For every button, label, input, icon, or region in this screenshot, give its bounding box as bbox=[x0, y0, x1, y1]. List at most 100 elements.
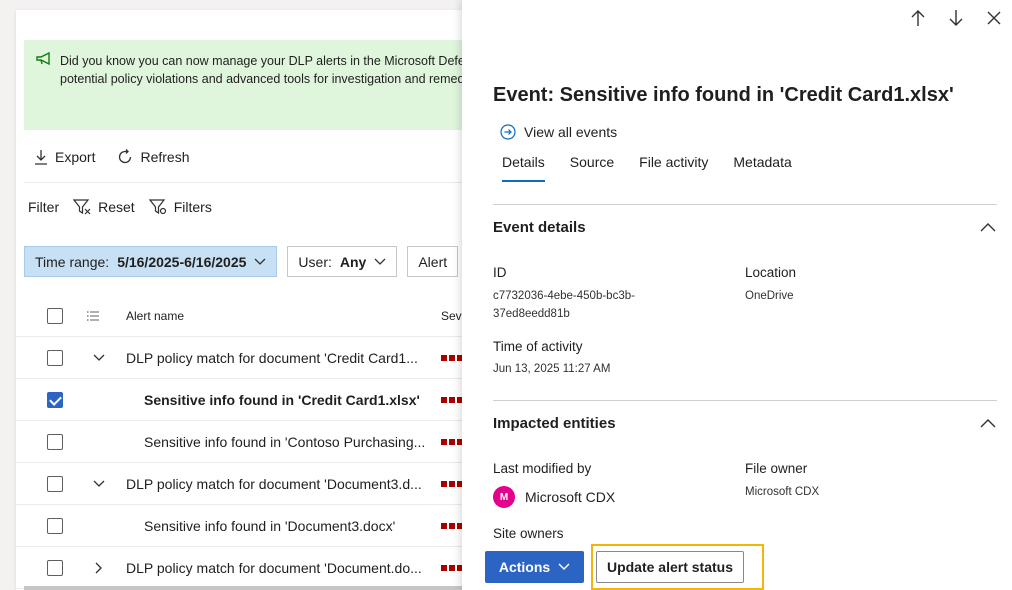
impacted-entities-heading[interactable]: Impacted entities bbox=[493, 415, 616, 432]
filter-label: Filter bbox=[28, 199, 60, 215]
arrow-up-icon bbox=[911, 10, 925, 26]
table-row[interactable]: DLP policy match for document 'Credit Ca… bbox=[16, 337, 486, 379]
flyout-footer: Actions Update alert status bbox=[462, 540, 1012, 590]
select-all-checkbox[interactable] bbox=[47, 307, 63, 324]
site-owners-label: Site owners bbox=[493, 526, 564, 540]
table-row[interactable]: Sensitive info found in 'Document3.docx' bbox=[16, 505, 486, 547]
tab-metadata[interactable]: Metadata bbox=[733, 154, 791, 182]
alert-chip-label: Alert bbox=[418, 253, 448, 270]
last-modified-persona[interactable]: M Microsoft CDX bbox=[493, 486, 615, 508]
list-toolbar: Export Refresh bbox=[34, 146, 190, 168]
severity-bar bbox=[449, 522, 455, 529]
severity-bar bbox=[441, 438, 447, 445]
alert-chip[interactable]: Alert bbox=[407, 246, 459, 277]
severity-bar bbox=[449, 480, 455, 487]
filter-settings-icon bbox=[148, 199, 166, 215]
update-alert-status-button[interactable]: Update alert status bbox=[596, 551, 744, 583]
alert-name-cell[interactable]: DLP policy match for document 'Credit Ca… bbox=[126, 350, 426, 366]
file-owner-label: File owner bbox=[745, 461, 808, 476]
tab-file-activity[interactable]: File activity bbox=[639, 154, 708, 182]
severity-indicator bbox=[441, 438, 463, 445]
table-row[interactable]: Sensitive info found in 'Contoso Purchas… bbox=[16, 421, 486, 463]
row-checkbox[interactable] bbox=[47, 475, 63, 492]
table-row[interactable]: DLP policy match for document 'Document3… bbox=[16, 463, 486, 505]
time-of-activity-label: Time of activity bbox=[493, 339, 583, 354]
chevron-up-icon[interactable] bbox=[980, 418, 996, 428]
alerts-list-panel: Did you know you can now manage your DLP… bbox=[16, 10, 486, 590]
filters-button[interactable]: Filters bbox=[148, 199, 212, 215]
row-checkbox[interactable] bbox=[47, 517, 63, 534]
filter-bar: Filter Reset Filters bbox=[28, 196, 212, 218]
user-chip[interactable]: User: Any bbox=[287, 246, 398, 277]
severity-bar bbox=[441, 396, 447, 403]
location-label: Location bbox=[745, 265, 797, 280]
horizontal-scrollbar[interactable] bbox=[24, 586, 484, 590]
alerts-table: Alert name Seve DLP policy match for doc… bbox=[16, 295, 486, 589]
last-modified-label: Last modified by bbox=[493, 461, 592, 476]
export-button[interactable]: Export bbox=[34, 149, 95, 165]
section-separator bbox=[493, 204, 997, 205]
filter-reset-icon bbox=[73, 199, 91, 215]
tab-source[interactable]: Source bbox=[570, 154, 614, 182]
next-button[interactable] bbox=[946, 8, 966, 28]
event-details-heading[interactable]: Event details bbox=[493, 219, 586, 236]
flyout-nav bbox=[908, 8, 1004, 28]
tab-details[interactable]: Details bbox=[502, 154, 545, 182]
id-value-line2: 37ed8eedd81b bbox=[493, 308, 570, 320]
view-all-events-link[interactable]: View all events bbox=[500, 124, 617, 140]
severity-bar bbox=[449, 396, 455, 403]
arrow-down-icon bbox=[949, 10, 963, 26]
chevron-down-icon[interactable] bbox=[92, 477, 106, 491]
severity-bar bbox=[441, 522, 447, 529]
table-row[interactable]: DLP policy match for document 'Document.… bbox=[16, 547, 486, 589]
close-button[interactable] bbox=[984, 8, 1004, 28]
detail-tabs: Details Source File activity Metadata bbox=[502, 154, 792, 182]
chevron-right-icon[interactable] bbox=[92, 561, 106, 575]
alert-name-cell[interactable]: Sensitive info found in 'Contoso Purchas… bbox=[144, 434, 429, 450]
filter-chips: Time range: 5/16/2025-6/16/2025 User: An… bbox=[24, 246, 459, 278]
chevron-down-icon[interactable] bbox=[92, 351, 106, 365]
alert-name-cell[interactable]: Sensitive info found in 'Credit Card1.xl… bbox=[144, 392, 429, 408]
event-title: Event: Sensitive info found in 'Credit C… bbox=[493, 84, 954, 106]
export-label: Export bbox=[55, 149, 96, 165]
chevron-down-icon bbox=[558, 563, 570, 570]
severity-bar bbox=[449, 564, 455, 571]
time-range-label: Time range: bbox=[35, 253, 110, 270]
time-of-activity-value: Jun 13, 2025 11:27 AM bbox=[493, 363, 611, 375]
alert-name-cell[interactable]: DLP policy match for document 'Document.… bbox=[126, 560, 426, 576]
reset-filters-button[interactable]: Reset bbox=[73, 199, 135, 215]
alert-name-cell[interactable]: Sensitive info found in 'Document3.docx' bbox=[144, 518, 429, 534]
download-icon bbox=[35, 150, 47, 165]
actions-button[interactable]: Actions bbox=[485, 551, 584, 583]
severity-bar bbox=[449, 354, 455, 361]
refresh-button[interactable]: Refresh bbox=[117, 149, 190, 165]
time-range-value: 5/16/2025-6/16/2025 bbox=[117, 253, 247, 270]
alert-name-cell[interactable]: DLP policy match for document 'Document3… bbox=[126, 476, 426, 492]
location-value: OneDrive bbox=[745, 290, 794, 302]
severity-indicator bbox=[441, 522, 463, 529]
severity-indicator bbox=[441, 480, 463, 487]
row-checkbox[interactable] bbox=[47, 349, 63, 366]
row-checkbox[interactable] bbox=[47, 559, 63, 576]
chevron-down-icon bbox=[374, 258, 386, 265]
arrow-circle-right-icon bbox=[500, 124, 516, 140]
previous-button[interactable] bbox=[908, 8, 928, 28]
time-range-chip[interactable]: Time range: 5/16/2025-6/16/2025 bbox=[24, 246, 278, 277]
row-checkbox[interactable] bbox=[47, 433, 63, 450]
refresh-icon bbox=[119, 149, 132, 164]
list-icon bbox=[87, 310, 99, 321]
id-value-line1: c7732036-4ebe-450b-bc3b- bbox=[493, 290, 635, 302]
col-alert-name[interactable]: Alert name bbox=[126, 309, 184, 323]
reset-label: Reset bbox=[98, 199, 135, 215]
banner-text-line1: Did you know you can now manage your DLP… bbox=[60, 54, 484, 68]
event-details-flyout: Event: Sensitive info found in 'Credit C… bbox=[462, 0, 1012, 590]
last-modified-value: Microsoft CDX bbox=[525, 489, 616, 505]
chevron-up-icon[interactable] bbox=[980, 222, 996, 232]
row-checkbox[interactable] bbox=[47, 391, 63, 408]
user-value: Any bbox=[339, 253, 367, 270]
table-row[interactable]: Sensitive info found in 'Credit Card1.xl… bbox=[16, 379, 486, 421]
severity-bar bbox=[441, 480, 447, 487]
view-all-label: View all events bbox=[524, 124, 618, 140]
chevron-down-icon bbox=[254, 258, 266, 265]
refresh-label: Refresh bbox=[140, 149, 190, 165]
